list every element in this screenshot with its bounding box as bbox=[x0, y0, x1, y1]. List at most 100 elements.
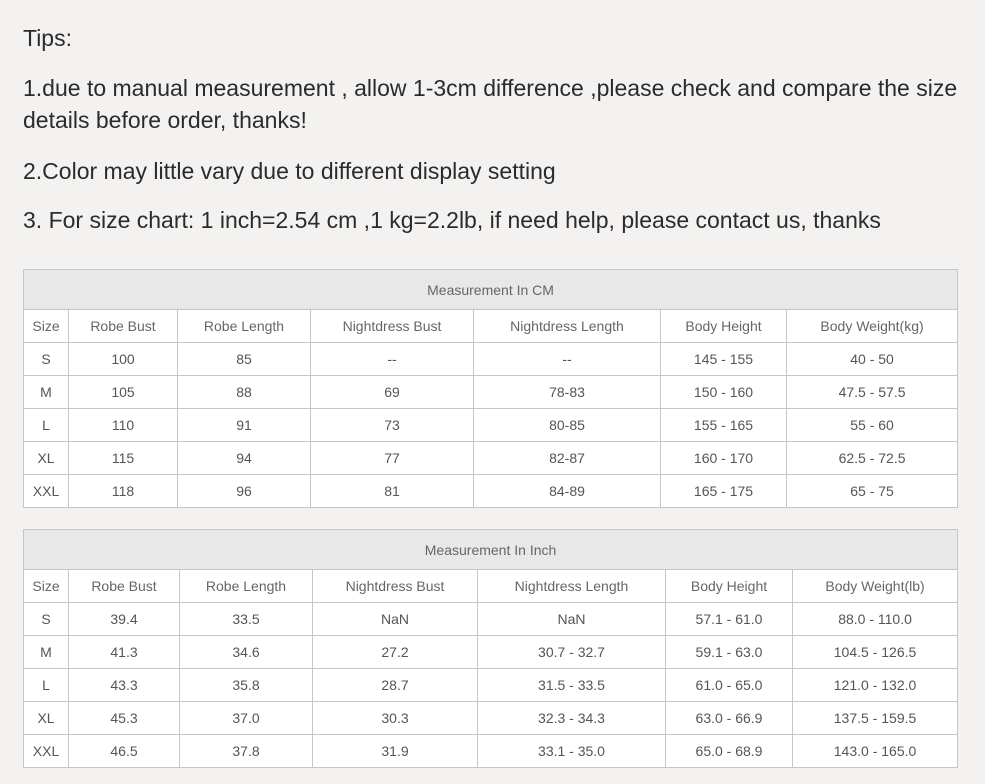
table-cell: S bbox=[23, 602, 69, 636]
column-header: Size bbox=[23, 569, 69, 603]
table-cell: 33.1 - 35.0 bbox=[477, 734, 666, 768]
table-cell: 94 bbox=[177, 441, 311, 475]
table-cell: 46.5 bbox=[68, 734, 180, 768]
table-cell: 55 - 60 bbox=[785, 408, 959, 442]
table-cell: 63.0 - 66.9 bbox=[665, 701, 793, 735]
table-header-row: Size Robe Bust Robe Length Nightdress Bust N… bbox=[23, 309, 959, 343]
table-row: XL 45.3 37.0 30.3 32.3 - 34.3 63.0 - 66.9 137.… bbox=[23, 701, 959, 735]
table-row: M 105 88 69 78-83 150 - 160 47.5 - 57.5 bbox=[23, 375, 959, 409]
table-caption: Measurement In Inch bbox=[22, 529, 959, 570]
table-cell: 30.3 bbox=[312, 701, 478, 735]
table-row: M 41.3 34.6 27.2 30.7 - 32.7 59.1 - 63.0 104.5… bbox=[23, 635, 959, 669]
column-header: Nightdress Length bbox=[477, 569, 666, 603]
tip-color: 2.Color may little vary due to different… bbox=[23, 158, 556, 184]
tip-conversion: 3. For size chart: 1 inch=2.54 cm ,1 kg=… bbox=[23, 207, 881, 233]
table-cell: 84-89 bbox=[473, 474, 661, 508]
table-row: L 110 91 73 80-85 155 - 165 55 - 60 bbox=[23, 408, 959, 442]
table-cell: 27.2 bbox=[312, 635, 478, 669]
table-cell: 81 bbox=[310, 474, 474, 508]
table-cell: XL bbox=[23, 701, 69, 735]
table-cell: 145 - 155 bbox=[660, 342, 787, 376]
table-cell: 110 bbox=[68, 408, 178, 442]
table-cell: 47.5 - 57.5 bbox=[785, 375, 959, 409]
table-cell: M bbox=[23, 375, 69, 409]
table-cell: 57.1 - 61.0 bbox=[665, 602, 793, 636]
table-cell: 45.3 bbox=[68, 701, 180, 735]
table-cell: 30.7 - 32.7 bbox=[477, 635, 666, 669]
table-cell: 82-87 bbox=[473, 441, 661, 475]
table-cell: 65.0 - 68.9 bbox=[665, 734, 793, 768]
table-cell: NaN bbox=[312, 602, 478, 636]
table-cell: 88 bbox=[177, 375, 311, 409]
table-cell: 37.8 bbox=[179, 734, 313, 768]
table-cell: M bbox=[23, 635, 69, 669]
table-cell: 155 - 165 bbox=[660, 408, 787, 442]
table-cell: XXL bbox=[23, 734, 69, 768]
table-cell: XXL bbox=[23, 474, 69, 508]
table-cell: 69 bbox=[310, 375, 474, 409]
table-cell: 165 - 175 bbox=[660, 474, 787, 508]
table-cell: 150 - 160 bbox=[660, 375, 787, 409]
table-cell: 77 bbox=[310, 441, 474, 475]
table-cell: 61.0 - 65.0 bbox=[665, 668, 793, 702]
table-cell: 105 bbox=[68, 375, 178, 409]
table-cell: 104.5 - 126.5 bbox=[791, 635, 959, 669]
table-cell: 35.8 bbox=[179, 668, 313, 702]
column-header: Body Weight(kg) bbox=[785, 309, 959, 343]
table-cell: 78-83 bbox=[473, 375, 661, 409]
column-header: Robe Bust bbox=[68, 569, 180, 603]
table-cell: 96 bbox=[177, 474, 311, 508]
size-table-inch: Measurement In Inch Size Robe Bust Robe Le… bbox=[22, 529, 959, 768]
column-header: Size bbox=[23, 309, 69, 343]
tips-title: Tips: bbox=[23, 25, 72, 51]
table-cell: NaN bbox=[477, 602, 666, 636]
table-cell: 91 bbox=[177, 408, 311, 442]
tip-measurement: 1.due to manual measurement , allow 1-3c… bbox=[23, 75, 958, 133]
table-cell: -- bbox=[473, 342, 661, 376]
table-cell: 121.0 - 132.0 bbox=[791, 668, 959, 702]
table-cell: S bbox=[23, 342, 69, 376]
column-header: Robe Bust bbox=[68, 309, 178, 343]
table-caption: Measurement In CM bbox=[22, 269, 959, 310]
table-cell: L bbox=[23, 408, 69, 442]
size-table-cm: Measurement In CM Size Robe Bust Robe Leng… bbox=[22, 269, 959, 508]
table-row: XXL 118 96 81 84-89 165 - 175 65 - 75 bbox=[23, 474, 959, 508]
table-cell: 115 bbox=[68, 441, 178, 475]
table-cell: 80-85 bbox=[473, 408, 661, 442]
table-cell: 37.0 bbox=[179, 701, 313, 735]
table-cell: 34.6 bbox=[179, 635, 313, 669]
column-header: Body Height bbox=[660, 309, 787, 343]
column-header: Nightdress Bust bbox=[310, 309, 474, 343]
table-cell: 143.0 - 165.0 bbox=[791, 734, 959, 768]
table-header-row: Size Robe Bust Robe Length Nightdress Bust N… bbox=[23, 569, 959, 603]
table-cell: 39.4 bbox=[68, 602, 180, 636]
table-cell: 100 bbox=[68, 342, 178, 376]
table-row: S 100 85 -- -- 145 - 155 40 - 50 bbox=[23, 342, 959, 376]
table-cell: L bbox=[23, 668, 69, 702]
table-cell: XL bbox=[23, 441, 69, 475]
table-cell: 43.3 bbox=[68, 668, 180, 702]
table-cell: 59.1 - 63.0 bbox=[665, 635, 793, 669]
column-header: Body Weight(lb) bbox=[791, 569, 959, 603]
table-cell: 41.3 bbox=[68, 635, 180, 669]
table-cell: 62.5 - 72.5 bbox=[785, 441, 959, 475]
table-row: XL 115 94 77 82-87 160 - 170 62.5 - 72.5 bbox=[23, 441, 959, 475]
table-cell: 73 bbox=[310, 408, 474, 442]
table-cell: 33.5 bbox=[179, 602, 313, 636]
table-cell: 65 - 75 bbox=[785, 474, 959, 508]
table-cell: 28.7 bbox=[312, 668, 478, 702]
table-cell: 31.9 bbox=[312, 734, 478, 768]
table-cell: 40 - 50 bbox=[785, 342, 959, 376]
table-cell: -- bbox=[310, 342, 474, 376]
table-row: XXL 46.5 37.8 31.9 33.1 - 35.0 65.0 - 68.9 143… bbox=[23, 734, 959, 768]
table-cell: 31.5 - 33.5 bbox=[477, 668, 666, 702]
table-cell: 118 bbox=[68, 474, 178, 508]
column-header: Robe Length bbox=[179, 569, 313, 603]
table-cell: 88.0 - 110.0 bbox=[791, 602, 959, 636]
table-cell: 85 bbox=[177, 342, 311, 376]
column-header: Nightdress Bust bbox=[312, 569, 478, 603]
table-row: L 43.3 35.8 28.7 31.5 - 33.5 61.0 - 65.0 121.0… bbox=[23, 668, 959, 702]
table-cell: 32.3 - 34.3 bbox=[477, 701, 666, 735]
column-header: Body Height bbox=[665, 569, 793, 603]
table-cell: 160 - 170 bbox=[660, 441, 787, 475]
